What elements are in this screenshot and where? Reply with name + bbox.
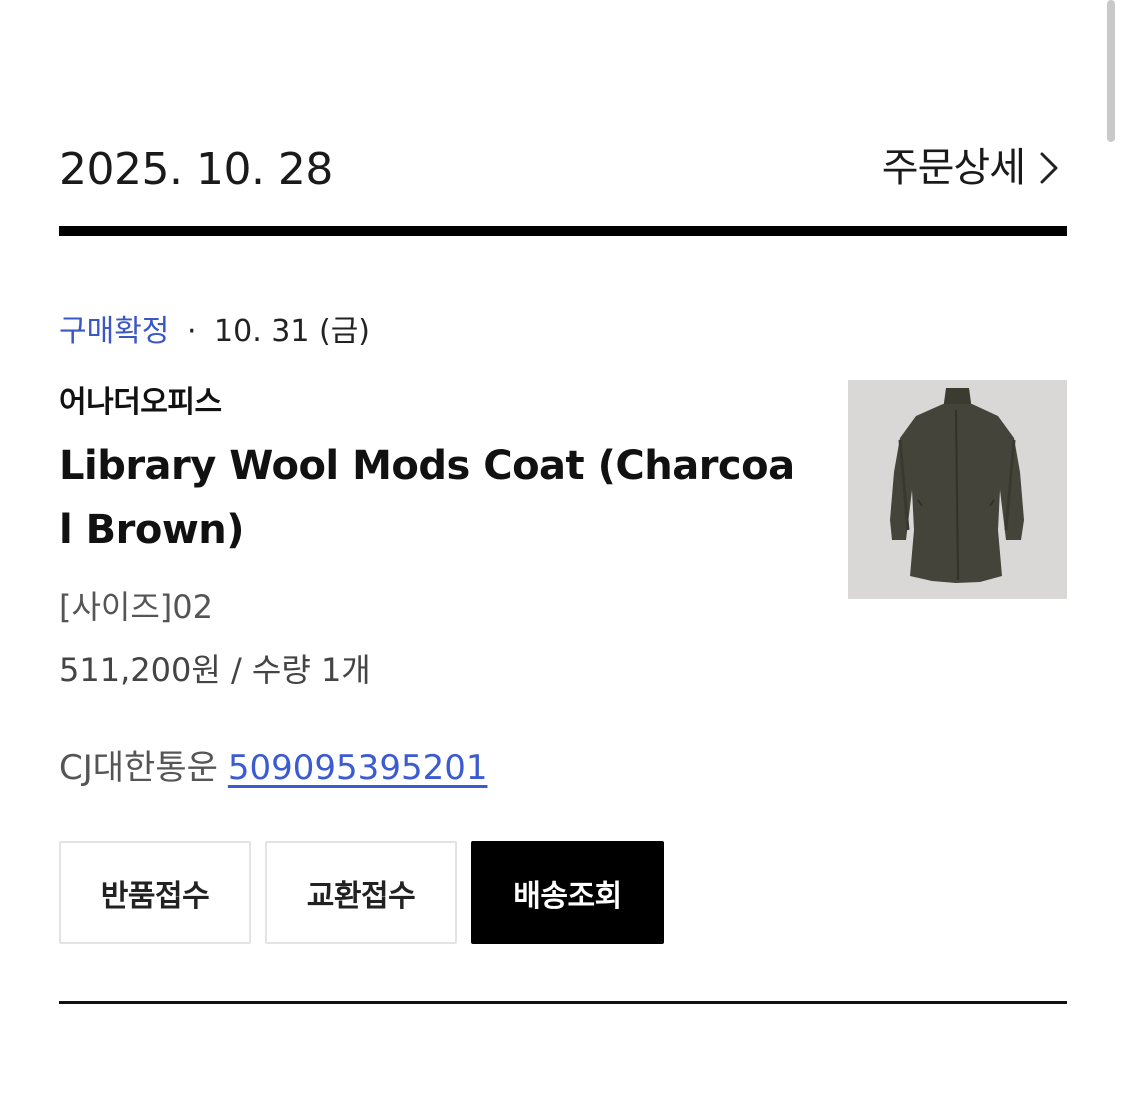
exchange-request-button[interactable]: 교환접수: [265, 841, 457, 944]
shipping-info: CJ대한통운 509095395201: [59, 744, 487, 792]
header-divider: [59, 226, 1067, 236]
order-detail-link[interactable]: 주문상세: [882, 142, 1059, 194]
coat-product-image[interactable]: [848, 380, 1067, 599]
order-header: 2025. 10. 28 주문상세: [59, 140, 1067, 200]
status-line: 구매확정 · 10. 31 (금): [59, 312, 370, 352]
tracking-number-link[interactable]: 509095395201: [228, 748, 488, 788]
price-quantity: 511,200원 / 수량 1개: [59, 651, 371, 689]
status-date: 10. 31 (금): [214, 314, 371, 349]
status-separator: ·: [186, 314, 197, 349]
return-request-button[interactable]: 반품접수: [59, 841, 251, 944]
product-name[interactable]: Library Wool Mods Coat (Charcoal Brown): [59, 434, 799, 562]
order-detail-label: 주문상세: [881, 145, 1026, 191]
chevron-right-icon: [1039, 150, 1059, 186]
order-actions: 반품접수 교환접수 배송조회: [59, 841, 664, 944]
shipping-carrier: CJ대한통운: [59, 748, 218, 788]
delivery-tracking-button[interactable]: 배송조회: [471, 841, 664, 944]
order-date: 2025. 10. 28: [59, 144, 333, 195]
product-option: [사이즈]02: [59, 588, 214, 626]
scrollbar[interactable]: [1107, 0, 1115, 142]
section-divider: [59, 1001, 1067, 1004]
status-badge: 구매확정: [59, 314, 170, 349]
brand-name[interactable]: 어나더오피스: [59, 383, 222, 423]
